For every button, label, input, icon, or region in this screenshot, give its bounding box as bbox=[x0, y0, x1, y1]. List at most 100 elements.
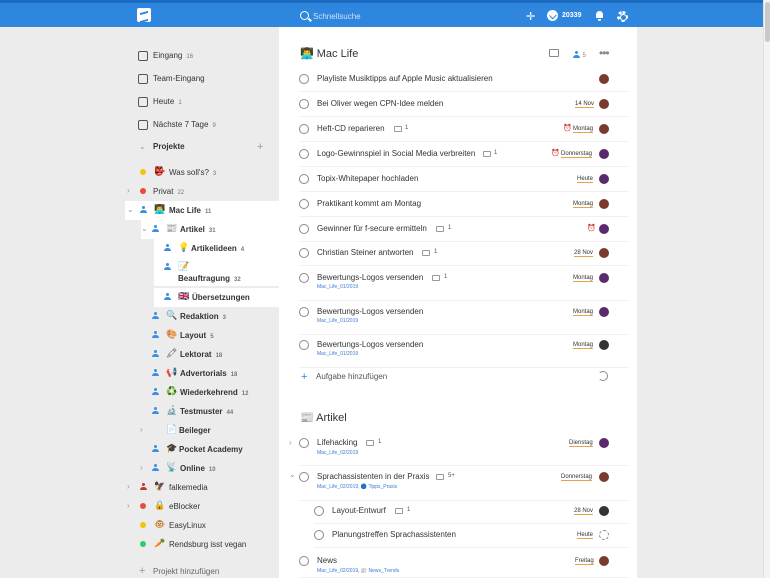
project-item[interactable]: 🎨 Layout 5 bbox=[141, 326, 279, 345]
task-checkbox[interactable] bbox=[314, 506, 324, 516]
due-date[interactable]: Dienstag bbox=[569, 440, 593, 447]
add-project-button[interactable]: + Projekt hinzufügen bbox=[125, 562, 279, 578]
task-label[interactable]: Mac_Life_02/2019, 🔵 Tipps_Praxis bbox=[317, 484, 397, 490]
due-date[interactable]: Montag bbox=[573, 342, 594, 349]
task-label[interactable]: Mac_Life_02/2019, 📰 News_Trends bbox=[317, 568, 399, 574]
task-row[interactable]: Playliste Musiktipps auf Apple Music akt… bbox=[299, 70, 629, 92]
task-row[interactable]: Bewertungs-Logos versenden Mac_Life_01/2… bbox=[299, 336, 629, 368]
task-row[interactable]: Logo-Gewinnspiel in Social Media verbrei… bbox=[299, 145, 629, 167]
task-row[interactable]: Topix-Whitepaper hochladen Heute bbox=[299, 170, 629, 192]
more-options-icon[interactable]: ••• bbox=[599, 46, 610, 60]
subtask-row[interactable]: Planungstreffen Sprachassistenten Heute bbox=[314, 526, 629, 548]
task-checkbox[interactable] bbox=[299, 174, 309, 184]
task-label[interactable]: Mac_Life_01/2019 bbox=[317, 318, 358, 324]
project-item-selected[interactable]: ⌄ 👨‍💻 Mac Life 11 bbox=[125, 201, 279, 220]
comment-icon[interactable] bbox=[432, 275, 440, 281]
sidebar-item-today[interactable]: Heute 1 bbox=[125, 93, 279, 111]
members-button[interactable]: 5 bbox=[573, 49, 586, 59]
project-item[interactable]: › 📄 Beileger bbox=[140, 421, 279, 440]
projects-header[interactable]: ⌄ Projekte + bbox=[125, 140, 279, 156]
project-item[interactable]: 📢 Advertorials 18 bbox=[141, 364, 279, 383]
karma-indicator[interactable]: 20339 bbox=[547, 10, 587, 24]
app-logo-icon[interactable] bbox=[137, 8, 151, 22]
due-date[interactable]: 28 Nov bbox=[574, 508, 594, 515]
project-item[interactable]: › 🔒 eBlocker bbox=[125, 497, 279, 516]
chevron-right-icon[interactable]: › bbox=[127, 186, 130, 195]
task-checkbox[interactable] bbox=[299, 472, 309, 482]
due-date[interactable]: Donnerstag bbox=[561, 151, 593, 158]
due-date[interactable]: Montag bbox=[573, 201, 594, 208]
task-row[interactable]: Heft-CD reparieren 1 ⏰ Montag bbox=[299, 120, 629, 142]
add-task-button[interactable]: + Aufgabe hinzufügen bbox=[299, 369, 629, 385]
project-item[interactable]: 🥕 Rendsburg isst vegan bbox=[125, 535, 279, 554]
project-item[interactable]: 🔍 Redaktion 3 bbox=[141, 307, 279, 326]
task-checkbox[interactable] bbox=[299, 99, 309, 109]
scrollbar-thumb[interactable] bbox=[765, 2, 770, 42]
due-date[interactable]: Montag bbox=[573, 126, 594, 133]
comment-icon[interactable] bbox=[395, 508, 403, 514]
chevron-right-icon[interactable]: › bbox=[140, 425, 143, 434]
task-checkbox[interactable] bbox=[299, 199, 309, 209]
project-item[interactable]: 💡 Artikelideen 4 bbox=[154, 239, 279, 258]
task-row[interactable]: Bewertungs-Logos versenden Mac_Life_01/2… bbox=[299, 269, 629, 301]
due-date[interactable]: 14 Nov bbox=[575, 101, 595, 108]
due-date[interactable]: 28 Nov bbox=[574, 250, 594, 257]
project-item[interactable]: 🔬 Testmuster 44 bbox=[141, 402, 279, 421]
task-row[interactable]: Bewertungs-Logos versenden Mac_Life_01/2… bbox=[299, 303, 629, 335]
due-date[interactable]: Heute bbox=[577, 532, 594, 539]
project-item[interactable]: 👺 Was soll's? 3 bbox=[125, 163, 279, 182]
project-item[interactable]: 📝 Beauftragung 32 bbox=[154, 258, 279, 286]
task-row[interactable]: Christian Steiner antworten 1 28 Nov bbox=[299, 244, 629, 266]
due-date[interactable]: Montag bbox=[573, 275, 594, 282]
sidebar-item-team-inbox[interactable]: Team-Eingang bbox=[125, 70, 279, 88]
chevron-down-icon[interactable]: ⌄ bbox=[289, 470, 296, 479]
comment-icon[interactable] bbox=[394, 126, 402, 132]
search-icon[interactable] bbox=[300, 11, 309, 20]
history-icon[interactable] bbox=[598, 371, 608, 381]
task-row[interactable]: News Mac_Life_02/2019, 📰 News_Trends Fre… bbox=[299, 552, 629, 578]
task-checkbox[interactable] bbox=[299, 248, 309, 258]
task-checkbox[interactable] bbox=[299, 149, 309, 159]
task-checkbox[interactable] bbox=[299, 340, 309, 350]
chevron-right-icon[interactable]: › bbox=[140, 463, 143, 472]
project-item[interactable]: ♻️ Wiederkehrend 12 bbox=[141, 383, 279, 402]
sidebar-item-next7[interactable]: Nächste 7 Tage 9 bbox=[125, 116, 279, 134]
task-row[interactable]: Praktikant kommt am Montag Montag bbox=[299, 195, 629, 217]
bell-icon[interactable] bbox=[595, 11, 604, 21]
task-label[interactable]: Mac_Life_01/2019 bbox=[317, 284, 358, 290]
task-row[interactable]: Bei Oliver wegen CPN-Idee melden 14 Nov bbox=[299, 95, 629, 117]
assign-user-icon[interactable] bbox=[599, 530, 609, 540]
chevron-right-icon[interactable]: › bbox=[289, 438, 292, 447]
due-date[interactable]: Freitag bbox=[575, 558, 594, 565]
chevron-right-icon[interactable]: › bbox=[127, 501, 130, 510]
comment-icon[interactable] bbox=[366, 440, 374, 446]
project-item[interactable]: › 📡 Online 10 bbox=[140, 459, 279, 478]
task-checkbox[interactable] bbox=[299, 224, 309, 234]
gear-icon[interactable] bbox=[617, 11, 628, 22]
chevron-down-icon[interactable]: ⌄ bbox=[141, 224, 148, 233]
comment-icon[interactable] bbox=[422, 250, 430, 256]
due-date[interactable]: Donnerstag bbox=[561, 474, 593, 481]
task-label[interactable]: Mac_Life_01/2019 bbox=[317, 351, 358, 357]
task-row[interactable]: ⌄ Sprachassistenten in der Praxis Mac_Li… bbox=[289, 468, 629, 501]
move-icon[interactable]: ✛ bbox=[526, 12, 535, 23]
comment-icon[interactable] bbox=[483, 151, 491, 157]
comment-icon[interactable] bbox=[549, 49, 559, 57]
task-row[interactable]: › Lifehacking Mac_Life_02/2019 1 Diensta… bbox=[289, 434, 629, 466]
project-item[interactable]: 🐵 EasyLinux bbox=[125, 516, 279, 535]
project-item[interactable]: › Privat 22 bbox=[125, 182, 279, 201]
task-checkbox[interactable] bbox=[299, 74, 309, 84]
task-checkbox[interactable] bbox=[299, 124, 309, 134]
task-checkbox[interactable] bbox=[299, 556, 309, 566]
project-item[interactable]: 🇬🇧 Übersetzungen bbox=[154, 288, 279, 307]
search-input[interactable] bbox=[313, 10, 493, 22]
comment-icon[interactable] bbox=[436, 226, 444, 232]
task-label[interactable]: Mac_Life_02/2019 bbox=[317, 450, 358, 456]
project-item[interactable]: 🖍 Lektorat 18 bbox=[141, 345, 279, 364]
task-checkbox[interactable] bbox=[299, 438, 309, 448]
scrollbar[interactable] bbox=[763, 0, 770, 578]
add-project-plus-icon[interactable]: + bbox=[257, 142, 263, 153]
task-checkbox[interactable] bbox=[314, 530, 324, 540]
subtask-row[interactable]: Layout-Entwurf 1 28 Nov bbox=[314, 502, 629, 524]
task-checkbox[interactable] bbox=[299, 307, 309, 317]
